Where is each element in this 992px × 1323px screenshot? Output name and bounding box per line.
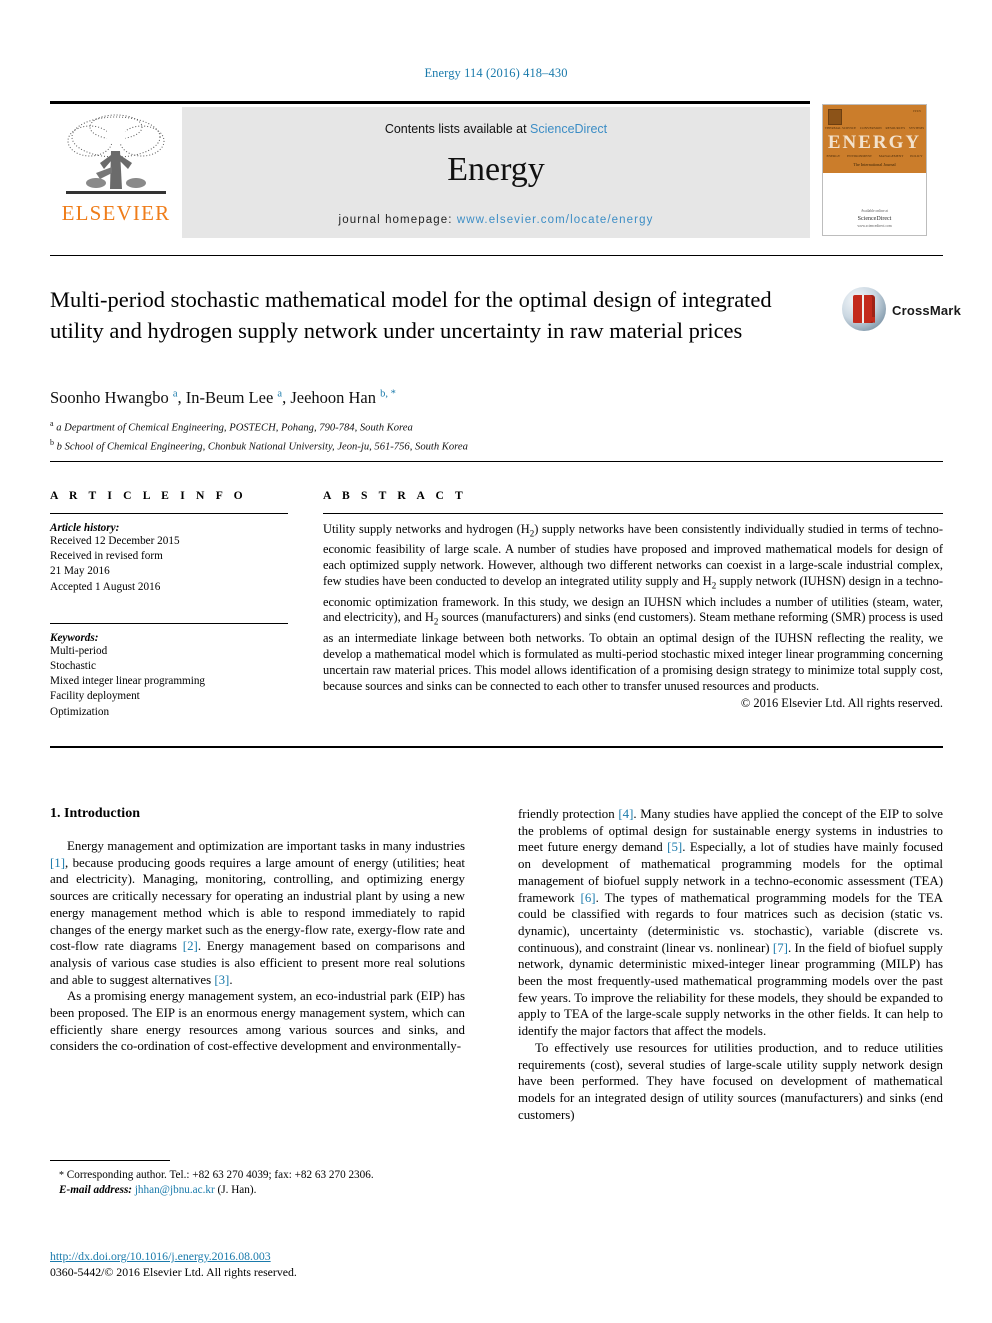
journal-masthead: ELSEVIER Contents lists available at Sci… [50,101,810,238]
doi-block: http://dx.doi.org/10.1016/j.energy.2016.… [50,1248,470,1280]
cover-keyword: ENVIRONMENT [847,154,872,158]
journal-homepage-url[interactable]: www.elsevier.com/locate/energy [457,214,654,226]
body-column-right: friendly protection [4]. Many studies ha… [518,806,943,1123]
section-heading-introduction: 1. Introduction [50,806,140,821]
history-item: Accepted 1 August 2016 [50,580,161,593]
keywords-list: Multi-period Stochastic Mixed integer li… [50,644,288,720]
article-title: Multi-period stochastic mathematical mod… [50,287,772,343]
article-history-label: Article history: [50,522,120,534]
email-line: E-mail address: jhhan@jbnu.ac.kr (J. Han… [50,1183,465,1198]
keywords-label: Keywords: [50,631,99,644]
cover-keyword: RESOURCES [885,126,906,130]
paragraph: As a promising energy management system,… [50,989,465,1054]
crossmark-circle-icon [842,287,886,331]
history-item: 21 May 2016 [50,565,110,578]
abstract-text: Utility supply networks and hydrogen (H2… [323,522,943,693]
article-history-list: Received 12 December 2015 Received in re… [50,534,288,595]
abstract-rule [323,513,943,514]
corresponding-author-text: * Corresponding author. Tel.: +82 63 270… [59,1169,374,1181]
article-info-column: A R T I C L E I N F O Article history: R… [50,489,288,720]
cover-footer: Available online at ScienceDirect www.sc… [823,209,926,229]
keyword-item: Mixed integer linear programming [50,675,206,688]
affiliation-list: a a Department of Chemical Engineering, … [50,417,810,455]
keywords-rule [50,622,288,624]
cover-subtitle: The International Journal [853,162,896,167]
cover-top-keywords: THERMAL SCIENCE CONVERSION RESOURCES SYS… [823,126,926,130]
paragraph: To effectively use resources for utiliti… [518,1040,943,1122]
affiliation-a: a a Department of Chemical Engineering, … [50,419,413,434]
title-divider [50,255,943,256]
elsevier-wordmark: ELSEVIER [61,201,171,225]
cover-keyword: THERMAL SCIENCE [824,126,857,130]
journal-band: Contents lists available at ScienceDirec… [182,107,810,238]
paper-page: Energy 114 (2016) 418–430 ELSEVIER Conte… [0,0,992,1323]
cover-keyword: ENERGY [826,154,841,158]
running-head: Energy 114 (2016) 418–430 [424,66,568,80]
cover-keyword: SYSTEMS [908,126,925,130]
email-suffix: (J. Han). [217,1184,257,1196]
sciencedirect-link[interactable]: ScienceDirect [530,122,607,136]
journal-homepage-line: journal homepage: www.elsevier.com/locat… [182,214,810,226]
cover-keyword: POLICY [910,154,923,158]
crossmark-badge[interactable]: CrossMark [842,287,961,333]
keywords-block: Keywords: Multi-period Stochastic Mixed … [50,622,288,720]
crossmark-book-icon [853,295,875,323]
cover-issn: ISSN [913,109,921,113]
affiliation-b: b b School of Chemical Engineering, Chon… [50,438,468,453]
abstract-copyright: © 2016 Elsevier Ltd. All rights reserved… [740,696,943,711]
paragraph: Energy management and optimization are i… [50,839,465,987]
keyword-item: Optimization [50,705,110,718]
email-link[interactable]: jhhan@jbnu.ac.kr [135,1184,215,1196]
contents-available-line: Contents lists available at ScienceDirec… [182,122,810,136]
contents-prefix: Contents lists available at [384,122,531,136]
homepage-prefix: journal homepage: [338,214,457,226]
cover-foot-url: www.sciencedirect.com [857,223,892,228]
abstract-column: A B S T R A C T Utility supply networks … [323,489,943,711]
affiliation-a-text: a Department of Chemical Engineering, PO… [56,422,413,434]
affiliation-b-text: b School of Chemical Engineering, Chonbu… [56,441,468,453]
footnote-divider [50,1160,170,1161]
keyword-item: Multi-period [50,644,108,657]
cover-body: Available online at ScienceDirect www.sc… [823,173,926,234]
abstract-band-bottom-rule [50,746,943,748]
abstract-heading: A B S T R A C T [323,489,467,502]
email-label: E-mail address: [59,1184,133,1196]
doi-link[interactable]: http://dx.doi.org/10.1016/j.energy.2016.… [50,1248,470,1264]
issn-copyright-line: 0360-5442/© 2016 Elsevier Ltd. All right… [50,1265,297,1279]
history-item: Received in revised form [50,550,163,563]
keyword-item: Facility deployment [50,690,140,703]
cover-keyword: CONVERSION [859,126,882,130]
cover-title: ENERGY [827,132,922,153]
paragraph: friendly protection [4]. Many studies ha… [518,807,944,1039]
cover-keyword: MANAGEMENT [878,154,904,158]
journal-title: Energy [447,151,545,188]
crossmark-label: CrossMark [892,303,961,318]
cover-foot-sciencedirect: ScienceDirect [857,215,892,222]
cover-emblem-icon [828,109,842,125]
cover-bottom-keywords: ENERGY ENVIRONMENT MANAGEMENT POLICY [823,154,926,158]
elsevier-tree-icon [66,114,166,194]
elsevier-logo: ELSEVIER [50,107,182,238]
author-list: Soonho Hwangbo a, In-Beum Lee a, Jeehoon… [50,388,396,407]
corresponding-author-footnote: * Corresponding author. Tel.: +82 63 270… [50,1160,465,1198]
article-info-rule [50,513,288,514]
history-item: Received 12 December 2015 [50,535,180,547]
cover-header: ISSN THERMAL SCIENCE CONVERSION RESOURCE… [823,105,926,173]
body-column-left: 1. Introduction Energy management and op… [50,806,465,1055]
article-info-heading: A R T I C L E I N F O [50,489,247,502]
abstract-band-top-rule [50,461,943,462]
keyword-item: Stochastic [50,660,96,673]
journal-cover-thumbnail: ISSN THERMAL SCIENCE CONVERSION RESOURCE… [822,104,927,236]
